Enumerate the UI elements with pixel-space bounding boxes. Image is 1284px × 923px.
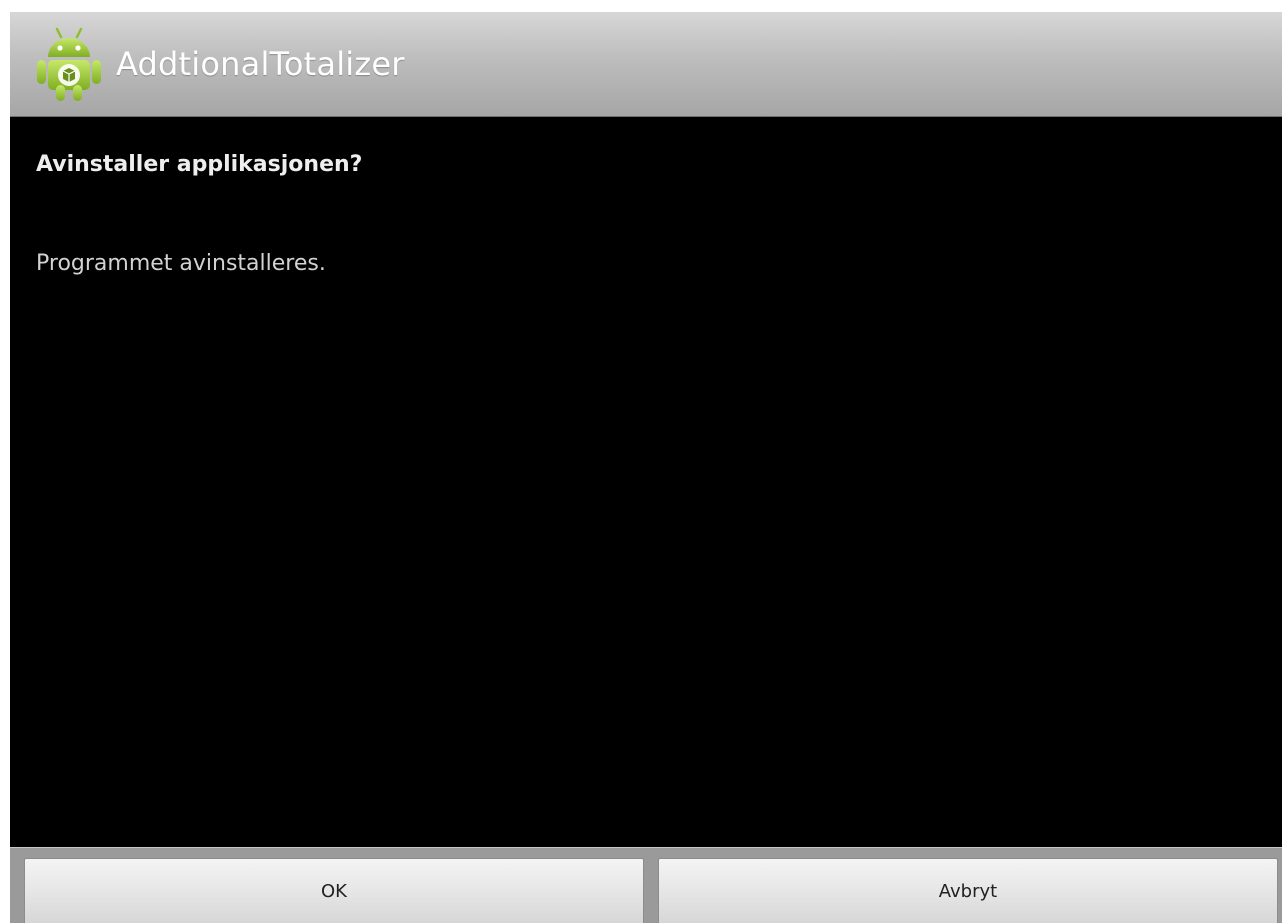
uninstall-screen: AddtionalTotalizer Avinstaller applikasj…: [10, 12, 1282, 923]
android-app-icon: [37, 27, 101, 101]
ok-button[interactable]: OK: [24, 858, 644, 923]
app-title: AddtionalTotalizer: [116, 45, 405, 83]
button-bar: OK Avbryt: [10, 847, 1282, 923]
dialog-title: Avinstaller applikasjonen?: [36, 152, 363, 177]
dialog-message: Programmet avinstalleres.: [36, 251, 326, 276]
title-bar: AddtionalTotalizer: [10, 12, 1282, 117]
cancel-button[interactable]: Avbryt: [658, 858, 1278, 923]
